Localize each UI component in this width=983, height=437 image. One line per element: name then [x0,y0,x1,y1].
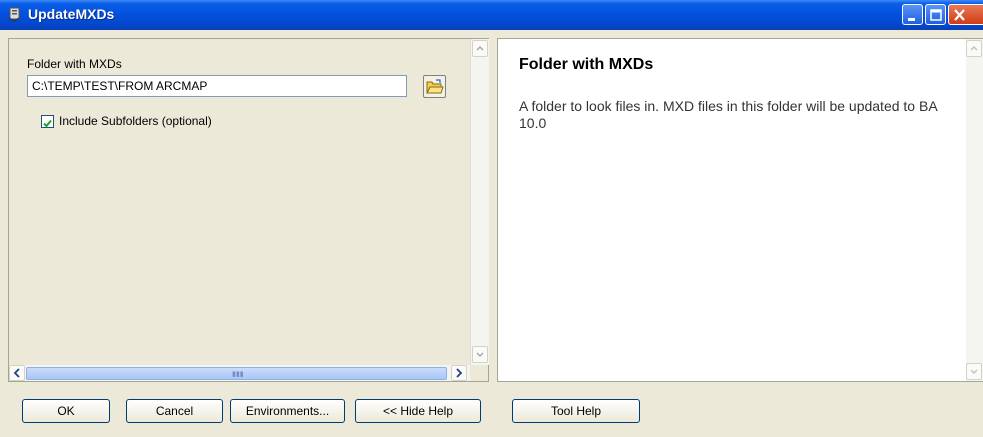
include-subfolders-checkbox[interactable] [41,115,54,128]
chevron-right-icon [456,368,463,378]
close-button[interactable] [948,4,983,25]
tool-help-button[interactable]: Tool Help [512,399,640,423]
title-bar: UpdateMXDs [0,0,983,30]
cancel-button[interactable]: Cancel [126,399,223,423]
folder-path-input[interactable]: C:\TEMP\TEST\FROM ARCMAP [27,75,407,97]
browse-folder-button[interactable] [423,75,446,98]
help-vertical-scrollbar[interactable] [966,39,983,381]
help-panel [497,38,983,382]
chevron-up-icon [970,45,978,51]
include-subfolders-label: Include Subfolders (optional) [59,114,212,128]
scroll-up-button[interactable] [472,40,488,57]
help-scroll-up-button[interactable] [966,40,982,57]
chevron-up-icon [476,45,484,51]
close-icon [954,9,965,21]
checkmark-icon [43,119,52,128]
hide-help-button[interactable]: << Hide Help [355,399,481,423]
chevron-down-icon [970,369,978,375]
maximize-icon [930,9,942,21]
scroll-down-button[interactable] [472,346,488,363]
open-folder-icon [426,79,444,94]
chevron-left-icon [13,368,20,378]
environments-button[interactable]: Environments... [230,399,345,423]
minimize-icon [908,18,915,21]
parameters-vertical-scrollbar[interactable] [470,39,489,365]
maximize-button[interactable] [925,4,946,25]
scroll-right-button[interactable] [451,365,467,381]
minimize-button[interactable] [902,4,923,25]
scroll-grip-icon: ▮▮▮ [232,371,244,378]
help-scroll-down-button[interactable] [966,363,982,380]
help-title: Folder with MXDs [519,56,654,73]
tool-icon [7,6,23,22]
scroll-left-button[interactable] [9,365,25,381]
help-description: A folder to look files in. MXD files in … [519,98,937,131]
folder-label: Folder with MXDs [27,57,122,71]
ok-button[interactable]: OK [22,399,110,423]
window-title: UpdateMXDs [28,6,115,22]
chevron-down-icon [476,352,484,358]
